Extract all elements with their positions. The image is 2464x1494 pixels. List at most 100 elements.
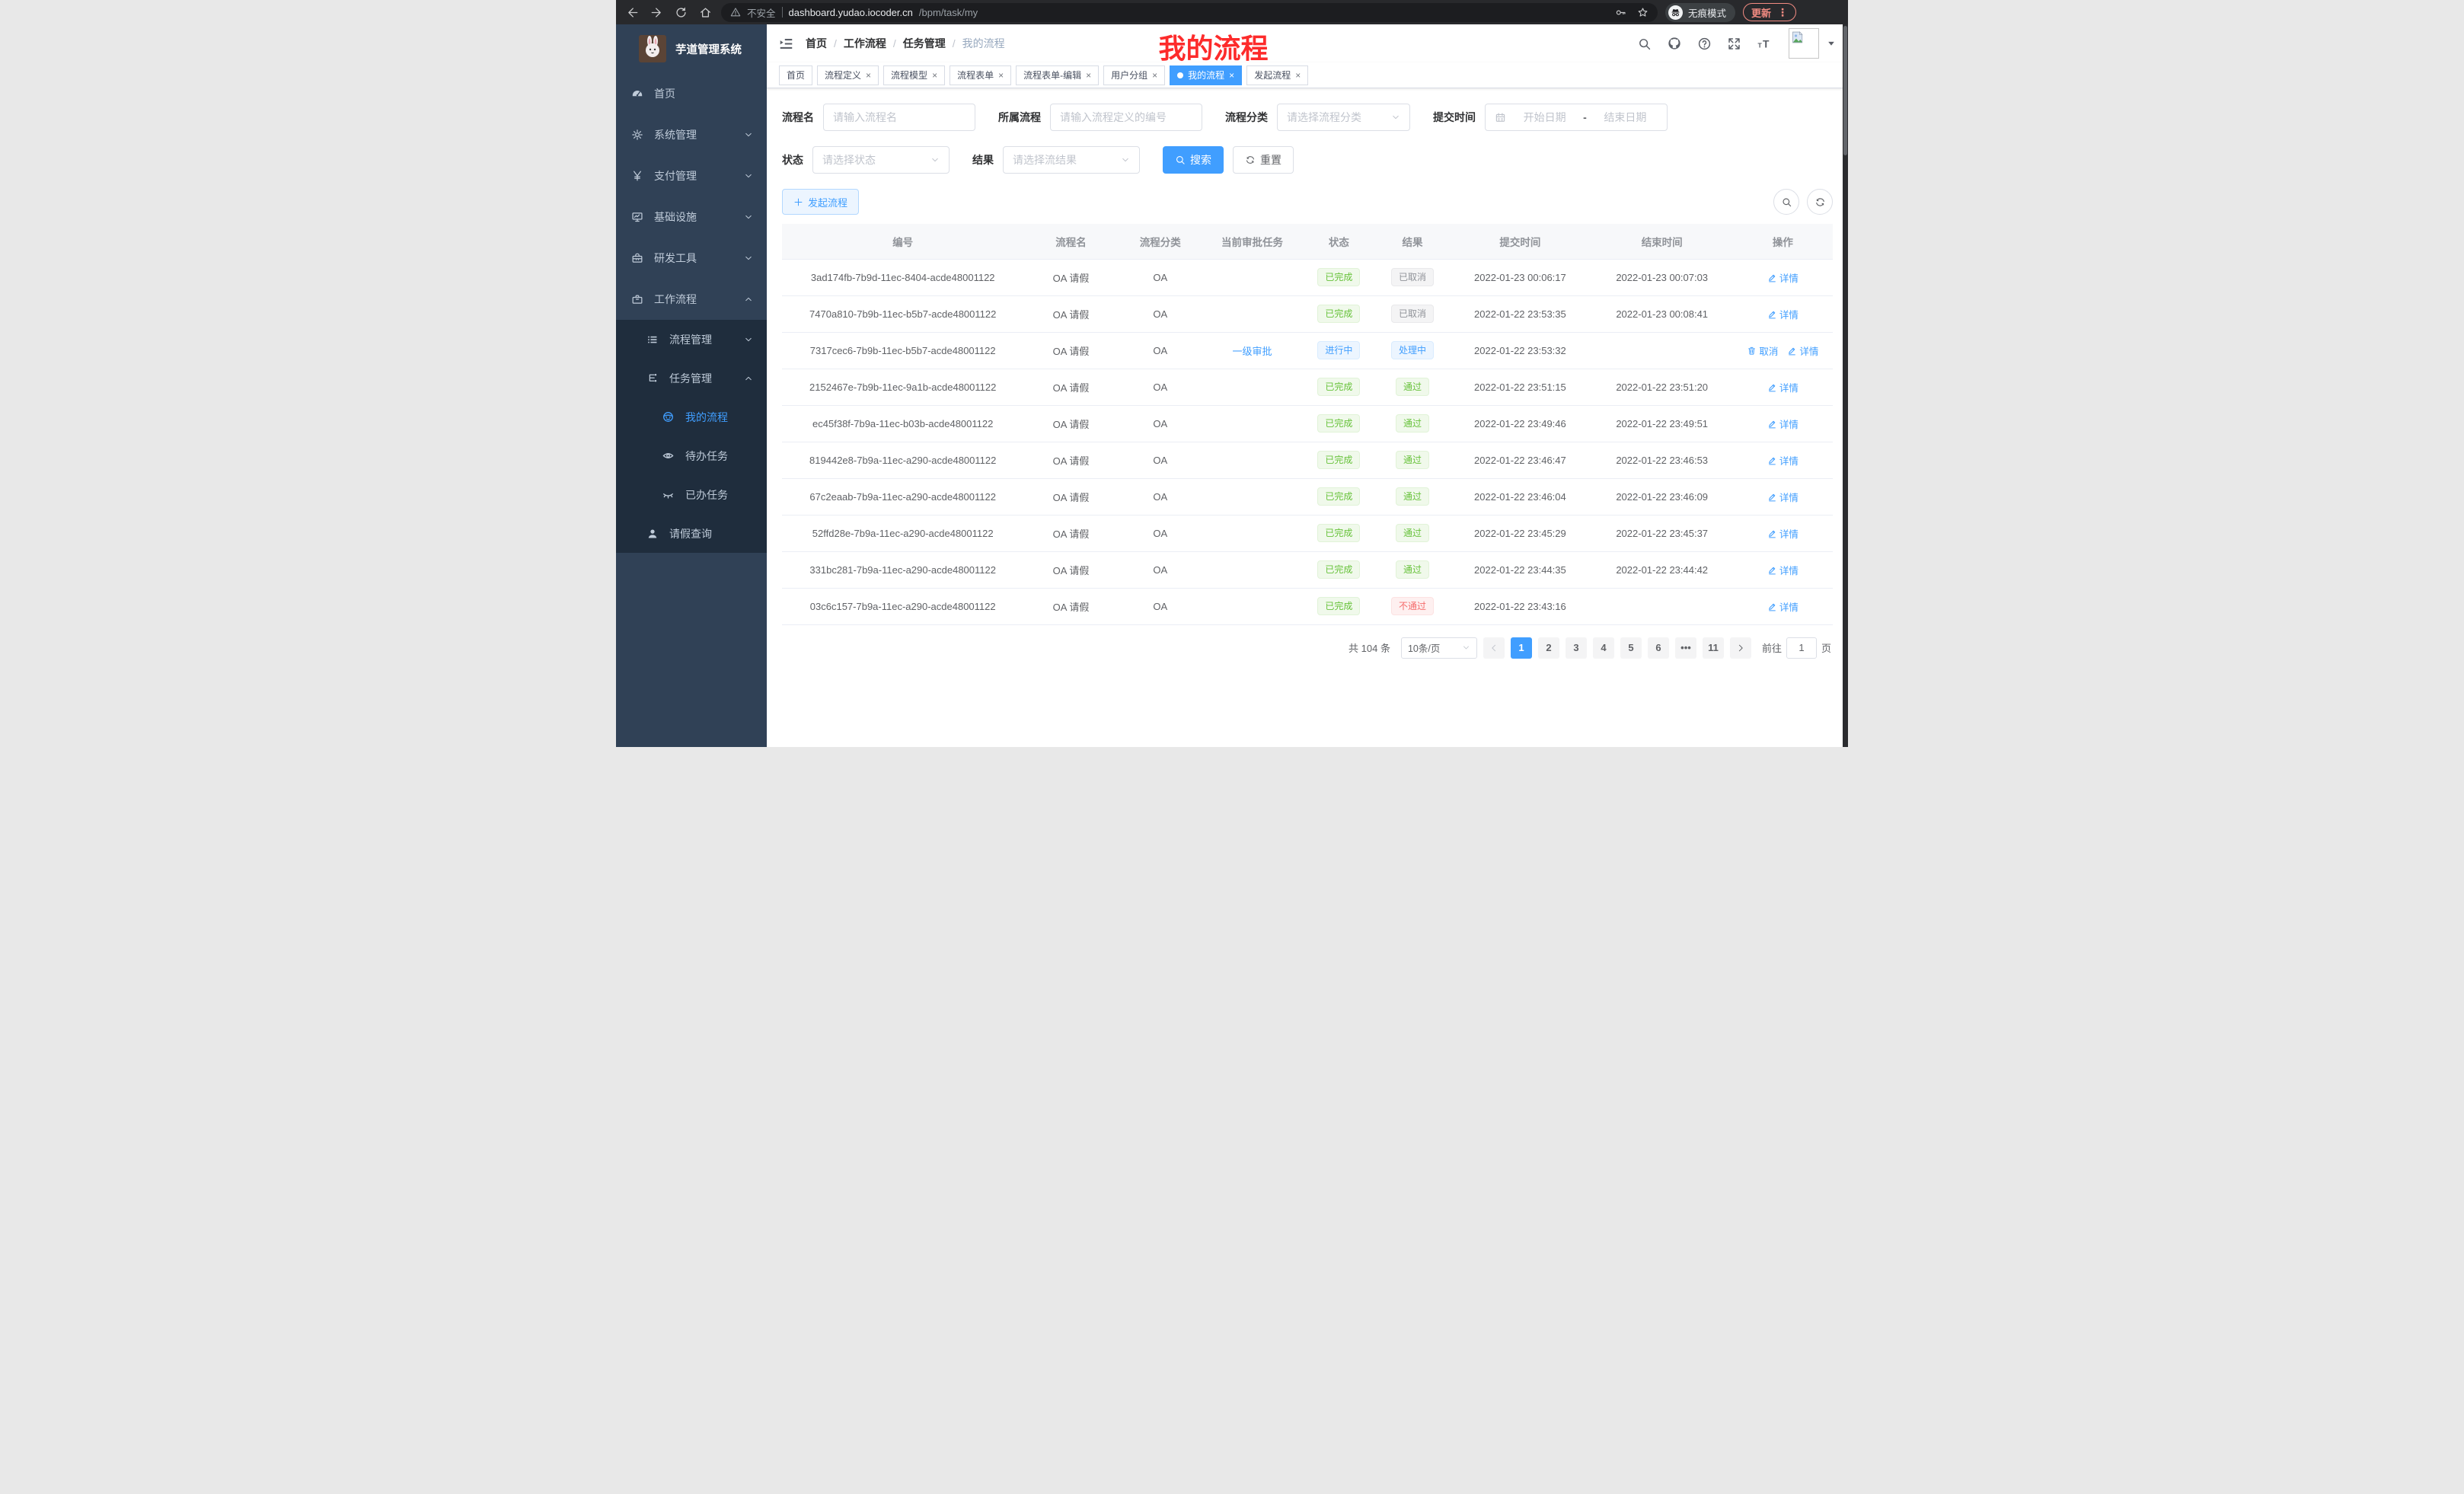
action-label: 详情 xyxy=(1779,417,1799,431)
detail-action-link[interactable]: 详情 xyxy=(1767,563,1799,577)
close-tab-icon[interactable]: × xyxy=(1295,71,1301,80)
breadcrumb-item[interactable]: 首页 xyxy=(806,36,827,51)
detail-action-link[interactable]: 详情 xyxy=(1767,270,1799,285)
detail-action-link[interactable]: 详情 xyxy=(1767,526,1799,541)
tab-我的流程[interactable]: 我的流程× xyxy=(1170,65,1242,85)
key-icon[interactable] xyxy=(1615,7,1626,18)
page-button-2[interactable]: 2 xyxy=(1538,637,1559,659)
table-header-row: 编号流程名流程分类当前审批任务状态结果提交时间结束时间操作 xyxy=(782,224,1833,259)
monitor-icon xyxy=(631,211,643,223)
breadcrumb-item: 我的流程 xyxy=(962,36,1005,51)
page-scrollbar[interactable] xyxy=(1843,24,1848,747)
sidebar-item-my-process[interactable]: 我的流程 xyxy=(616,397,767,436)
tab-流程表单[interactable]: 流程表单× xyxy=(950,65,1011,85)
hamburger-icon[interactable] xyxy=(779,37,793,51)
chevron-down-icon xyxy=(1121,155,1130,164)
forward-icon[interactable] xyxy=(648,4,665,21)
detail-action-link[interactable]: 详情 xyxy=(1787,343,1818,358)
url-bar[interactable]: 不安全 dashboard.yudao.iocoder.cn/bpm/task/… xyxy=(721,3,1658,22)
page-button-4[interactable]: 4 xyxy=(1593,637,1614,659)
cell-result: 通过 xyxy=(1376,442,1450,478)
next-page-button[interactable] xyxy=(1730,637,1751,659)
scrollbar-thumb[interactable] xyxy=(1843,26,1847,155)
edit-icon xyxy=(1767,528,1777,538)
close-tab-icon[interactable]: × xyxy=(1086,71,1091,80)
page-button-3[interactable]: 3 xyxy=(1566,637,1587,659)
close-tab-icon[interactable]: × xyxy=(932,71,937,80)
detail-action-link[interactable]: 详情 xyxy=(1767,599,1799,614)
sidebar-item-home[interactable]: 首页 xyxy=(616,73,767,114)
back-icon[interactable] xyxy=(624,4,640,21)
reset-button[interactable]: 重置 xyxy=(1233,146,1294,174)
sidebar-item-infra[interactable]: 基础设施 xyxy=(616,196,767,238)
tab-首页[interactable]: 首页 xyxy=(779,65,812,85)
tab-流程模型[interactable]: 流程模型× xyxy=(883,65,945,85)
detail-action-link[interactable]: 详情 xyxy=(1767,417,1799,431)
close-tab-icon[interactable]: × xyxy=(1229,71,1234,80)
search-button[interactable]: 搜索 xyxy=(1163,146,1224,174)
breadcrumb-item[interactable]: 工作流程 xyxy=(844,36,886,51)
pagination-total: 共 104 条 xyxy=(1348,640,1390,655)
tab-流程定义[interactable]: 流程定义× xyxy=(817,65,879,85)
cell-result: 通过 xyxy=(1376,551,1450,588)
close-tab-icon[interactable]: × xyxy=(1152,71,1157,80)
browser-menu-icon[interactable]: ⋮ xyxy=(1777,6,1788,19)
bookmark-star-icon[interactable] xyxy=(1637,7,1649,18)
page-button-5[interactable]: 5 xyxy=(1620,637,1642,659)
tab-用户分组[interactable]: 用户分组× xyxy=(1103,65,1165,85)
sidebar-item-workflow[interactable]: 工作流程 xyxy=(616,279,767,320)
update-button[interactable]: 更新 ⋮ xyxy=(1743,3,1796,21)
more-pages-button[interactable]: ••• xyxy=(1675,637,1696,659)
result-select[interactable]: 请选择流结果 xyxy=(1003,146,1140,174)
current-task-link[interactable]: 一级审批 xyxy=(1233,343,1272,358)
process-name-placeholder: 请输入流程名 xyxy=(833,110,897,125)
sidebar-item-task-mgmt[interactable]: 任务管理 xyxy=(616,359,767,397)
sidebar-item-devtools[interactable]: 研发工具 xyxy=(616,238,767,279)
home-icon[interactable] xyxy=(697,4,713,21)
sidebar-logo[interactable]: 芋道管理系统 xyxy=(616,24,767,73)
tab-发起流程[interactable]: 发起流程× xyxy=(1246,65,1308,85)
cell-process-name: OA 请假 xyxy=(1023,551,1118,588)
detail-action-link[interactable]: 详情 xyxy=(1767,490,1799,504)
user-menu[interactable] xyxy=(1789,28,1836,59)
font-size-icon[interactable]: TT xyxy=(1757,37,1773,51)
prev-page-button[interactable] xyxy=(1483,637,1505,659)
github-icon[interactable] xyxy=(1667,36,1682,51)
fullscreen-icon[interactable] xyxy=(1727,37,1741,51)
sidebar-item-todo-tasks[interactable]: 待办任务 xyxy=(616,436,767,475)
status-select[interactable]: 请选择状态 xyxy=(812,146,950,174)
sidebar-item-leave-query[interactable]: 请假查询 xyxy=(616,514,767,553)
sidebar-item-done-tasks[interactable]: 已办任务 xyxy=(616,475,767,514)
cell-category: OA xyxy=(1119,259,1202,295)
help-icon[interactable] xyxy=(1697,37,1712,51)
sidebar-item-system[interactable]: 系统管理 xyxy=(616,114,767,155)
page-size-select[interactable]: 10条/页 xyxy=(1401,637,1477,659)
tab-流程表单-编辑[interactable]: 流程表单-编辑× xyxy=(1016,65,1099,85)
breadcrumb-item[interactable]: 任务管理 xyxy=(903,36,946,51)
page-button-11[interactable]: 11 xyxy=(1703,637,1724,659)
reload-icon[interactable] xyxy=(672,4,689,21)
category-label: 流程分类 xyxy=(1225,110,1268,125)
detail-action-link[interactable]: 详情 xyxy=(1767,307,1799,321)
cell-category: OA xyxy=(1119,478,1202,515)
sidebar-item-payment[interactable]: 支付管理 xyxy=(616,155,767,196)
detail-action-link[interactable]: 详情 xyxy=(1767,380,1799,394)
table-refresh-button[interactable] xyxy=(1807,189,1833,215)
cell-result: 不通过 xyxy=(1376,588,1450,624)
table-search-button[interactable] xyxy=(1773,189,1799,215)
cell-result: 通过 xyxy=(1376,405,1450,442)
cancel-action-link[interactable]: 取消 xyxy=(1747,343,1778,358)
process-name-input[interactable]: 请输入流程名 xyxy=(823,104,975,131)
detail-action-link[interactable]: 详情 xyxy=(1767,453,1799,468)
process-def-input[interactable]: 请输入流程定义的编号 xyxy=(1050,104,1202,131)
page-button-6[interactable]: 6 xyxy=(1648,637,1669,659)
close-tab-icon[interactable]: × xyxy=(998,71,1004,80)
close-tab-icon[interactable]: × xyxy=(866,71,871,80)
search-icon[interactable] xyxy=(1637,37,1652,51)
sidebar-item-process-mgmt[interactable]: 流程管理 xyxy=(616,320,767,359)
category-select[interactable]: 请选择流程分类 xyxy=(1277,104,1410,131)
goto-page-input[interactable]: 1 xyxy=(1786,637,1817,659)
date-range-picker[interactable]: 开始日期 - 结束日期 xyxy=(1485,104,1668,131)
create-process-button[interactable]: 发起流程 xyxy=(782,189,859,215)
page-button-1[interactable]: 1 xyxy=(1511,637,1532,659)
